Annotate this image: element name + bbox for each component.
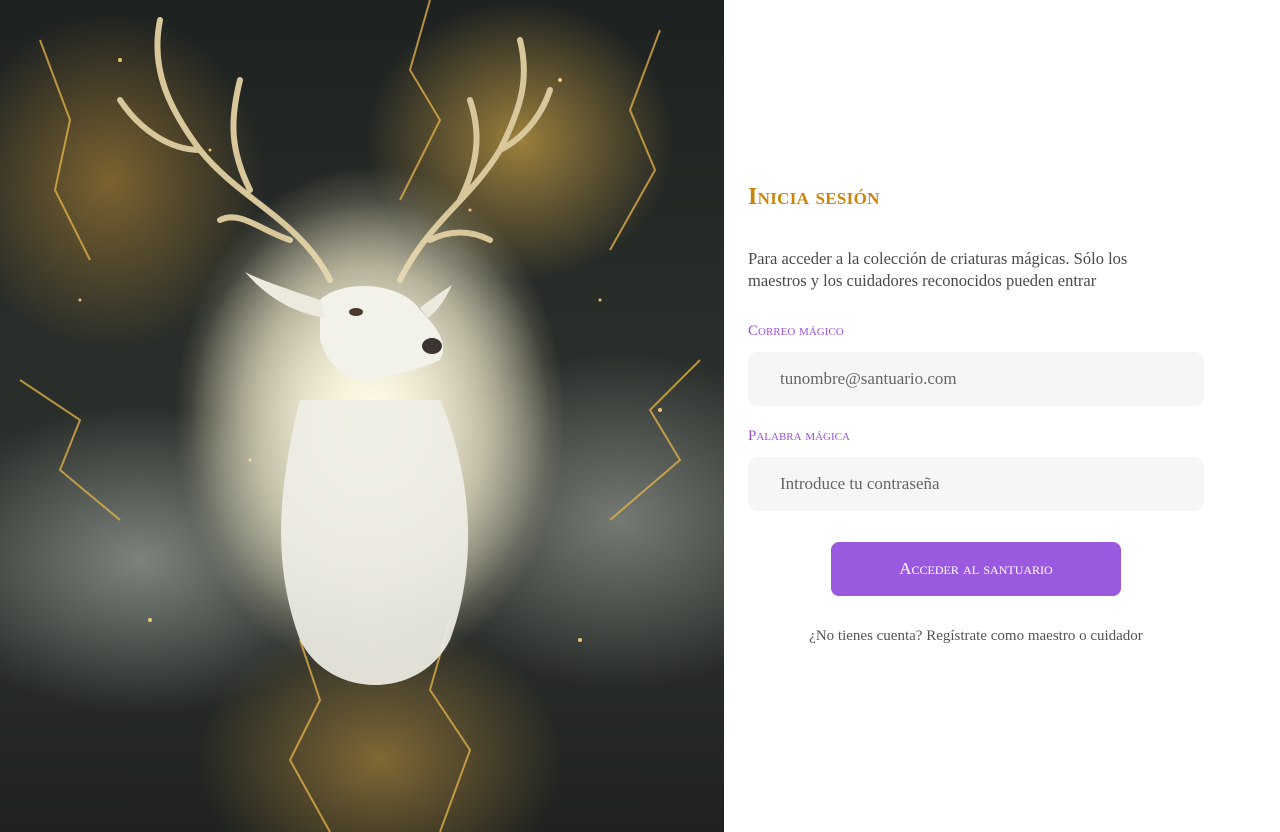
register-link[interactable]: ¿No tienes cuenta? Regístrate como maest… [748, 628, 1204, 645]
email-field[interactable] [748, 352, 1204, 406]
submit-button[interactable]: Acceder al santuario [831, 542, 1121, 596]
password-label: Palabra mágica [748, 428, 850, 444]
stag-illustration [19, 0, 701, 832]
login-description: Para acceder a la colección de criaturas… [748, 249, 1128, 290]
page-title: Inicia sesión [748, 184, 880, 210]
hero-image [0, 0, 724, 832]
login-panel: Inicia sesión Para acceder a la colecció… [724, 0, 1280, 832]
password-field[interactable] [748, 457, 1204, 511]
email-label: Correo mágico [748, 323, 844, 339]
